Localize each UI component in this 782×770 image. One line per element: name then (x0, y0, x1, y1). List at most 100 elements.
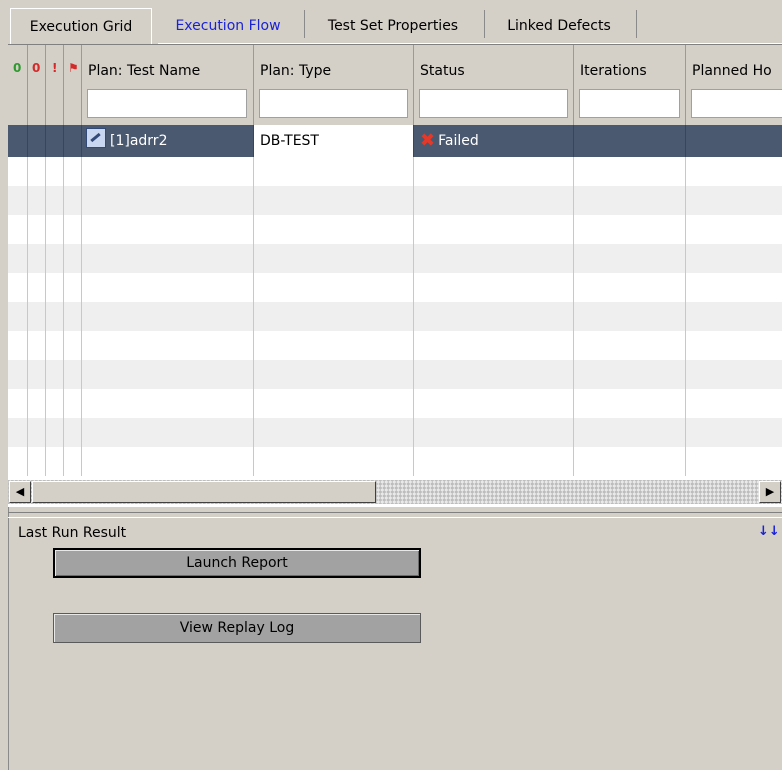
empty-table-row[interactable] (8, 244, 782, 273)
empty-table-row[interactable] (8, 418, 782, 447)
column-gridline (573, 302, 574, 331)
column-gridline (63, 273, 64, 302)
column-gridline (685, 157, 686, 186)
column-gridline (27, 302, 28, 331)
col-iterations-header[interactable]: Iterations (574, 45, 686, 125)
flag-icon: ⚑ (68, 61, 79, 75)
empty-table-row[interactable] (8, 389, 782, 418)
column-gridline (45, 273, 46, 302)
column-gridline (413, 273, 414, 302)
view-replay-log-button[interactable]: View Replay Log (53, 613, 421, 643)
launch-report-button[interactable]: Launch Report (53, 548, 421, 578)
col-type-header[interactable]: Plan: Type (254, 45, 414, 125)
status-cell[interactable]: ✖ Failed (414, 125, 574, 157)
col-attachment-red-header[interactable]: 0 (28, 45, 46, 125)
scroll-left-button[interactable]: ◀ (9, 481, 31, 503)
row-attachment-cell (8, 125, 28, 157)
col-status-header[interactable]: Status (414, 45, 574, 125)
col-iterations-label: Iterations (580, 63, 647, 79)
col-test-name-header[interactable]: Plan: Test Name (82, 45, 254, 125)
tab-execution-flow[interactable]: Execution Flow (158, 8, 298, 44)
column-gridline (27, 273, 28, 302)
column-gridline (413, 302, 414, 331)
column-gridline (413, 418, 414, 447)
column-gridline (27, 157, 28, 186)
type-cell[interactable]: DB-TEST (254, 125, 414, 157)
empty-table-row[interactable] (8, 447, 782, 476)
column-gridline (81, 302, 82, 331)
grid-header: 0 0 ! ⚑ Plan: Test Name Plan: Type Statu… (8, 45, 782, 126)
empty-table-row[interactable] (8, 273, 782, 302)
row-attachment-red-cell (28, 125, 46, 157)
column-gridline (81, 331, 82, 360)
column-gridline (573, 447, 574, 476)
column-gridline (81, 447, 82, 476)
test-name-text: [1]adrr2 (110, 133, 168, 149)
planned-host-filter-input[interactable] (691, 89, 782, 118)
tab-separator (304, 10, 305, 38)
scroll-thumb[interactable] (32, 481, 376, 503)
column-gridline (81, 389, 82, 418)
arrow-right-icon: ▶ (765, 485, 775, 498)
column-gridline (45, 302, 46, 331)
column-gridline (63, 331, 64, 360)
empty-table-row[interactable] (8, 360, 782, 389)
tab-separator (636, 10, 637, 38)
column-gridline (413, 447, 414, 476)
col-flag-header[interactable]: ⚑ (64, 45, 82, 125)
column-gridline (253, 186, 254, 215)
column-gridline (27, 331, 28, 360)
column-gridline (81, 418, 82, 447)
panel-splitter[interactable] (8, 512, 782, 518)
column-gridline (413, 215, 414, 244)
empty-table-row[interactable] (8, 157, 782, 186)
column-gridline (45, 244, 46, 273)
panel-title: Last Run Result (18, 525, 127, 541)
tab-linked-defects[interactable]: Linked Defects (486, 8, 632, 44)
tab-execution-grid[interactable]: Execution Grid (10, 8, 152, 44)
status-filter-input[interactable] (419, 89, 568, 118)
horizontal-scrollbar[interactable]: ◀ ▶ (8, 480, 782, 504)
column-gridline (685, 360, 686, 389)
test-name-cell[interactable]: [1]adrr2 (82, 125, 254, 157)
column-gridline (253, 215, 254, 244)
col-attachment-header[interactable]: 0 (8, 45, 28, 125)
column-gridline (573, 244, 574, 273)
column-gridline (27, 447, 28, 476)
column-gridline (253, 302, 254, 331)
planned-host-cell[interactable] (686, 125, 782, 157)
column-gridline (45, 418, 46, 447)
column-gridline (63, 360, 64, 389)
iterations-cell[interactable] (574, 125, 686, 157)
column-gridline (45, 360, 46, 389)
empty-table-row[interactable] (8, 215, 782, 244)
column-gridline (45, 157, 46, 186)
column-gridline (81, 186, 82, 215)
test-name-filter-input[interactable] (87, 89, 247, 118)
col-planned-host-header[interactable]: Planned Ho (686, 45, 782, 125)
empty-table-row[interactable] (8, 331, 782, 360)
column-gridline (81, 273, 82, 302)
double-chevron-down-icon[interactable]: ↓↓ (758, 524, 780, 539)
iterations-filter-input[interactable] (579, 89, 680, 118)
row-flag-cell (64, 125, 82, 157)
column-gridline (81, 244, 82, 273)
column-gridline (685, 244, 686, 273)
column-gridline (63, 157, 64, 186)
empty-table-row[interactable] (8, 186, 782, 215)
column-gridline (685, 215, 686, 244)
column-gridline (27, 215, 28, 244)
empty-table-row[interactable] (8, 302, 782, 331)
attachment-red-icon: 0 (32, 61, 41, 75)
column-gridline (685, 447, 686, 476)
column-gridline (45, 331, 46, 360)
col-exclamation-header[interactable]: ! (46, 45, 64, 125)
column-gridline (253, 447, 254, 476)
type-filter-input[interactable] (259, 89, 408, 118)
table-row[interactable]: [1]adrr2 DB-TEST ✖ Failed (8, 125, 782, 157)
scroll-right-button[interactable]: ▶ (759, 481, 781, 503)
column-gridline (27, 389, 28, 418)
tab-test-set-properties[interactable]: Test Set Properties (306, 8, 480, 44)
column-gridline (81, 215, 82, 244)
column-gridline (685, 331, 686, 360)
